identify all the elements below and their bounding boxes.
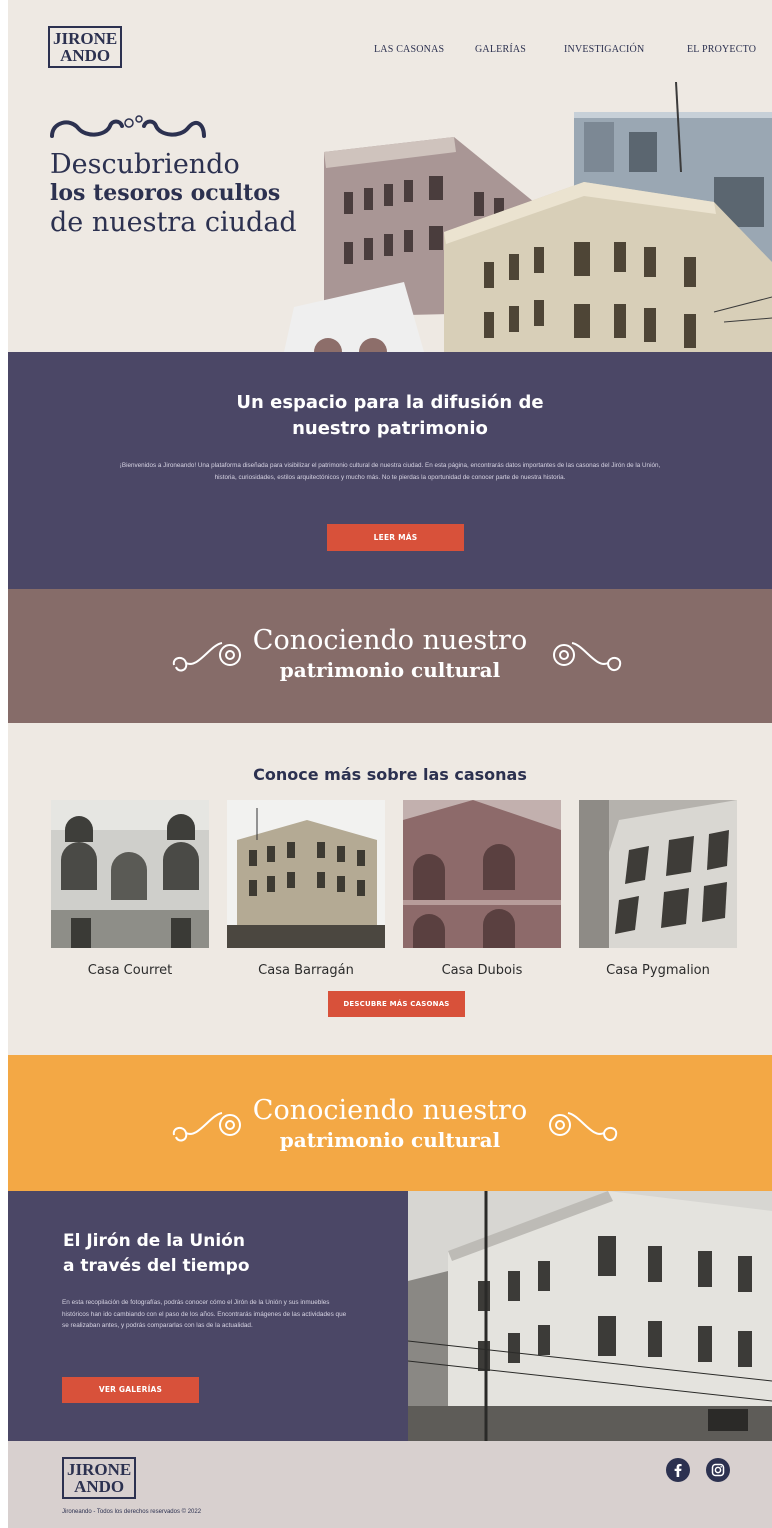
casa-card-name: Casa Dubois (441, 963, 523, 978)
casa-card[interactable]: Casa Dubois (403, 800, 561, 978)
nav-galerias[interactable]: GALERÍAS (475, 44, 526, 55)
casa-barragan-photo (227, 800, 385, 948)
banner-2-title: Conociendo nuestro patrimonio cultural (8, 1095, 772, 1153)
logo-line-2: ANDO (60, 46, 111, 65)
nav-investigacion[interactable]: INVESTIGACIÓN (564, 44, 644, 55)
logo-line-2: ANDO (74, 1477, 125, 1496)
casa-card[interactable]: Casa Barragán (227, 800, 385, 978)
logo-line-1: JIRONE (67, 1460, 132, 1479)
hero-buildings-collage (284, 82, 772, 352)
banner-patrimonio-2: Conociendo nuestro patrimonio cultural (8, 1055, 772, 1191)
intro-title-line-1: Un espacio para la difusión de (236, 392, 544, 413)
casa-card-name: Casa Courret (87, 963, 173, 978)
ver-galerias-button[interactable]: VER GALERÍAS (62, 1377, 199, 1403)
banner-1-line-1: Conociendo nuestro (252, 625, 528, 656)
jiron-title-line-2: a través del tiempo (63, 1256, 250, 1276)
jiron-body: En esta recopilación de fotografías, pod… (62, 1299, 347, 1330)
instagram-icon[interactable] (706, 1458, 730, 1482)
hero-title: Descubriendo los tesoros ocultos de nues… (50, 150, 297, 237)
casa-card-name: Casa Pygmalion (606, 963, 710, 978)
casa-dubois-photo (403, 800, 561, 948)
jiron-title-line-1: El Jirón de la Unión (63, 1231, 245, 1251)
banner-patrimonio-1: Conociendo nuestro patrimonio cultural (8, 589, 772, 723)
intro-title-line-2: nuestro patrimonio (292, 418, 488, 439)
site-logo[interactable]: JIRONE ANDO (48, 26, 123, 68)
banner-2-line-2: patrimonio cultural (279, 1128, 501, 1152)
jiron-title: El Jirón de la Unión a través del tiempo (63, 1229, 250, 1279)
intro-title: Un espacio para la difusión de nuestro p… (8, 390, 772, 442)
banner-1-line-2: patrimonio cultural (279, 658, 501, 682)
casa-pygmalion-photo (579, 800, 737, 948)
intro-body: ¡Bienvenidos a Jironeando! Una plataform… (119, 462, 661, 481)
scroll-ornament-right-icon (553, 642, 622, 671)
casa-card[interactable]: Casa Pygmalion (579, 800, 737, 978)
logo-line-1: JIRONE (53, 29, 118, 48)
page: JIRONE ANDO LAS CASONAS GALERÍAS INVESTI… (8, 0, 772, 1528)
jiron-section: El Jirón de la Unión a través del tiempo… (8, 1191, 772, 1441)
casonas-section: Conoce más sobre las casonas Casa Courre… (8, 723, 772, 1055)
footer-logo[interactable]: JIRONE ANDO (62, 1457, 137, 1499)
descubre-mas-casonas-button[interactable]: DESCUBRE MÁS CASONAS (328, 991, 465, 1017)
scroll-ornament-right-icon (549, 1112, 618, 1141)
banner-2-line-1: Conociendo nuestro (252, 1095, 528, 1126)
casa-card[interactable]: Casa Courret (51, 800, 209, 978)
facebook-icon[interactable] (666, 1458, 690, 1482)
casa-courret-photo (51, 800, 209, 948)
hero-section: JIRONE ANDO LAS CASONAS GALERÍAS INVESTI… (8, 0, 772, 352)
casonas-title: Conoce más sobre las casonas (253, 765, 527, 784)
casa-card-name: Casa Barragán (258, 963, 354, 978)
hero-title-line-2: los tesoros ocultos (50, 180, 281, 206)
ornament-swirl-icon (50, 115, 206, 138)
nav-el-proyecto[interactable]: EL PROYECTO (687, 44, 756, 55)
footer-copyright: Jironeando - Todos los derechos reservad… (62, 1509, 202, 1515)
nav-las-casonas[interactable]: LAS CASONAS (374, 44, 444, 55)
banner-1-title: Conociendo nuestro patrimonio cultural (8, 625, 772, 683)
hero-title-line-1: Descubriendo (50, 149, 240, 180)
intro-section: Un espacio para la difusión de nuestro p… (8, 352, 772, 589)
hero-title-line-3: de nuestra ciudad (50, 207, 297, 238)
leer-mas-button[interactable]: LEER MÁS (327, 524, 464, 551)
jiron-historic-photo (408, 1191, 772, 1441)
footer: JIRONE ANDO Jironeando - Todos los derec… (8, 1441, 772, 1528)
